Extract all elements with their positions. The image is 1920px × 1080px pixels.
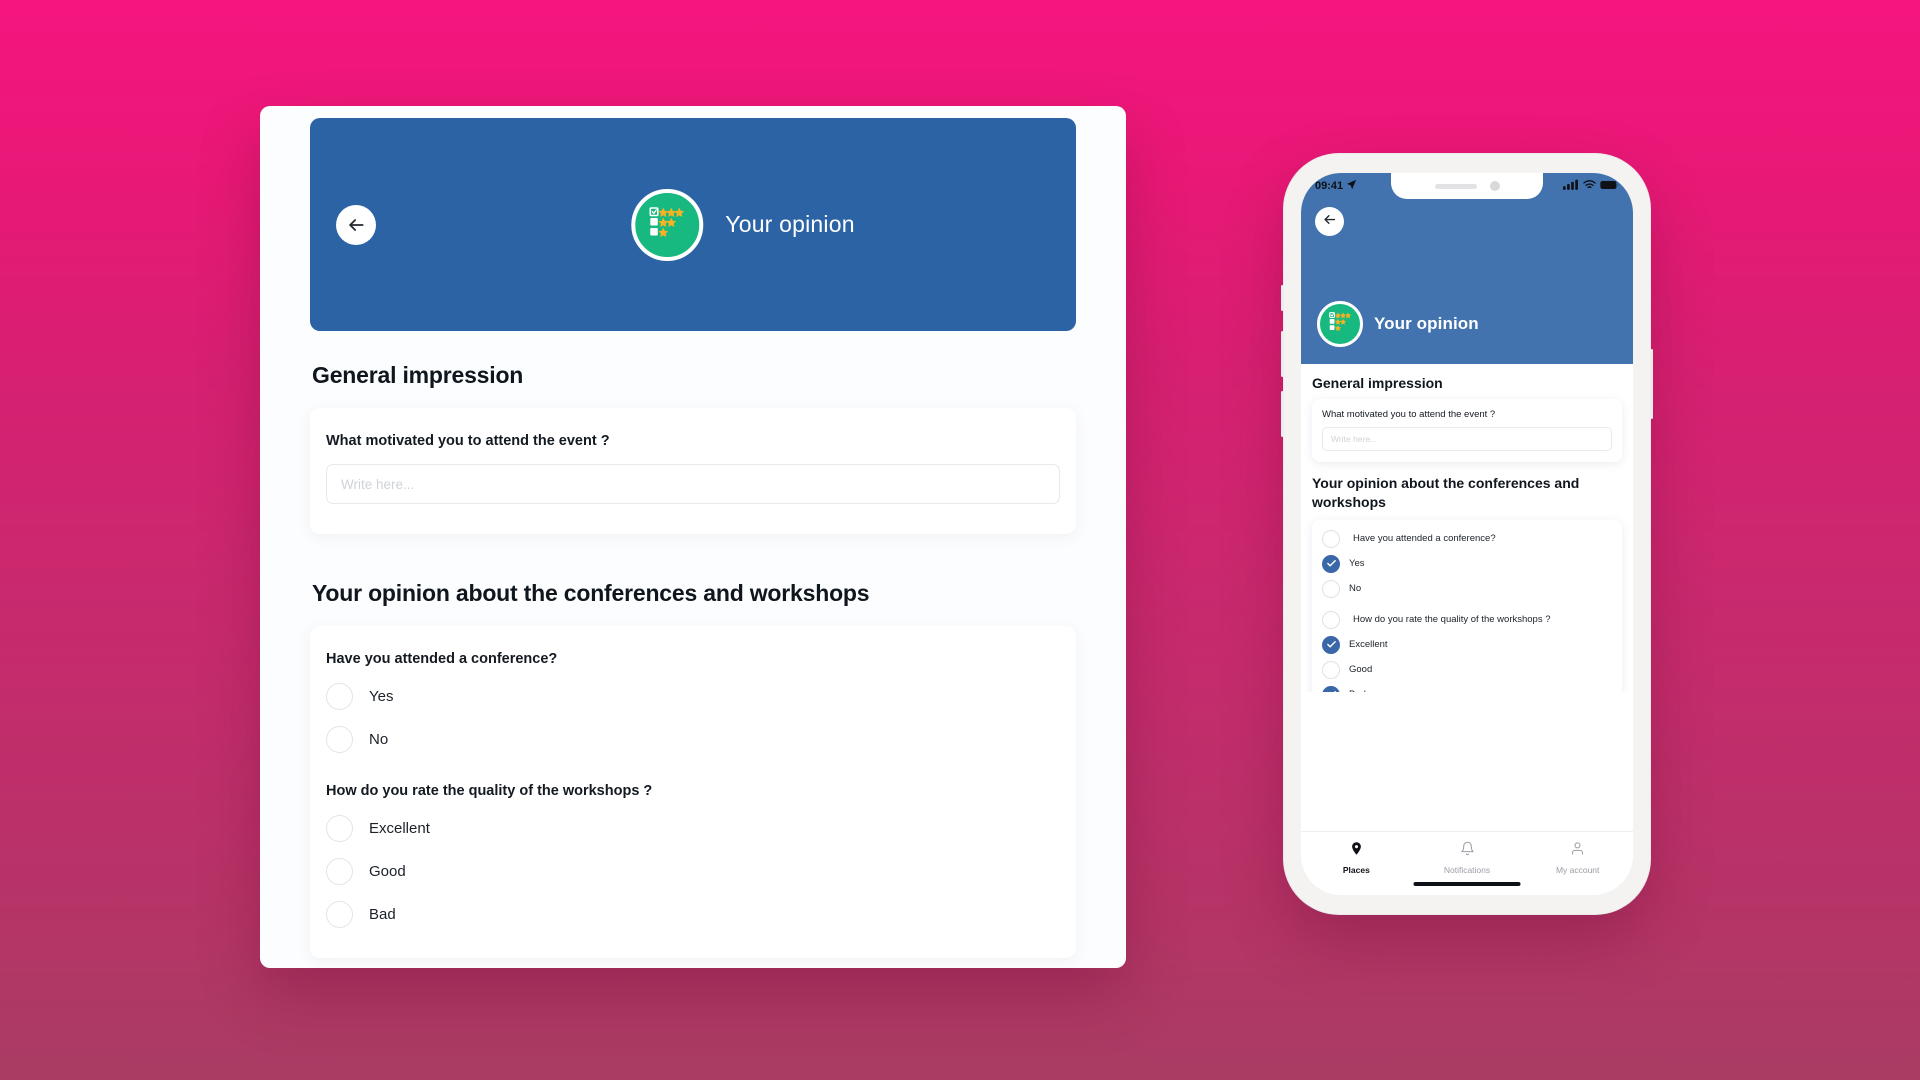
phone-row-excellent[interactable]: Excellent: [1322, 635, 1612, 654]
earpiece-speaker: [1434, 183, 1477, 189]
nav-item-places[interactable]: Places: [1301, 841, 1412, 875]
phone-volume-down-button: [1281, 391, 1284, 437]
radio-excellent[interactable]: [326, 815, 353, 842]
nav-item-notifications[interactable]: Notifications: [1412, 841, 1523, 875]
section-title-general-impression: General impression: [312, 362, 524, 388]
battery-full-icon: [1600, 180, 1619, 193]
arrow-left-icon: [346, 215, 366, 235]
phone-brand-row: Your opinion: [1317, 301, 1479, 347]
location-pin-icon: [1349, 841, 1364, 861]
option-label-bad: Bad: [369, 906, 396, 923]
option-row-no[interactable]: No: [326, 726, 1060, 753]
wifi-icon: [1583, 179, 1596, 193]
phone-section-title-general-impression: General impression: [1312, 375, 1443, 391]
phone-checkbox-workshop-quality[interactable]: [1322, 610, 1340, 629]
option-row-good[interactable]: Good: [326, 858, 1060, 885]
page-title: Your opinion: [725, 211, 855, 237]
phone-label-excellent: Excellent: [1349, 639, 1388, 651]
location-arrow-icon: [1346, 179, 1357, 193]
phone-label-yes: Yes: [1349, 558, 1365, 570]
phone-row-bad[interactable]: Bad: [1322, 685, 1612, 692]
nav-label-my-account: My account: [1555, 865, 1600, 875]
nav-label-places: Places: [1342, 865, 1370, 875]
radio-yes[interactable]: [326, 683, 353, 710]
motivation-text-input[interactable]: [326, 464, 1060, 504]
phone-checkbox-excellent[interactable]: [1322, 635, 1340, 654]
nav-label-notifications: Notifications: [1443, 865, 1491, 875]
desktop-survey-card: Your opinion General impression What mot…: [260, 106, 1126, 968]
phone-checkbox-no[interactable]: [1322, 579, 1340, 598]
option-label-excellent: Excellent: [369, 820, 430, 837]
option-row-excellent[interactable]: Excellent: [326, 815, 1060, 842]
front-camera: [1489, 181, 1500, 191]
arrow-left-icon: [1322, 212, 1337, 232]
panel-conferences: Have you attended a conference? Yes No H…: [310, 626, 1076, 958]
phone-label-bad: Bad: [1349, 689, 1366, 692]
phone-power-button: [1650, 349, 1653, 419]
bell-icon: [1460, 841, 1475, 861]
phone-panel-general-impression: What motivated you to attend the event ?: [1312, 399, 1622, 462]
phone-checkbox-bad[interactable]: [1322, 685, 1340, 692]
phone-label-attended-conference: Have you attended a conference?: [1353, 533, 1496, 545]
cellular-signal-icon: [1563, 179, 1579, 193]
section-title-conferences: Your opinion about the conferences and w…: [312, 580, 870, 606]
option-label-good: Good: [369, 863, 406, 880]
phone-row-attended-conference[interactable]: Have you attended a conference?: [1322, 529, 1612, 548]
phone-label-workshop-quality: How do you rate the quality of the works…: [1353, 614, 1551, 626]
status-bar-left: 09:41: [1315, 179, 1357, 193]
question-label-attended-conference: Have you attended a conference?: [326, 651, 558, 667]
back-button[interactable]: [336, 204, 376, 245]
phone-section-title-conferences: Your opinion about the conferences and w…: [1312, 475, 1580, 510]
phone-bottom-nav: Places Notifications My account: [1301, 831, 1633, 895]
brand-circle: [631, 188, 704, 261]
phone-label-no: No: [1349, 583, 1362, 595]
phone-checkbox-yes[interactable]: [1322, 554, 1340, 573]
status-bar-right: [1563, 179, 1619, 193]
phone-screen: 09:41 Your opinion General impression Wh…: [1301, 173, 1633, 895]
phone-question-label-motivation: What motivated you to attend the event ?: [1322, 409, 1496, 420]
question-label-motivation: What motivated you to attend the event ?: [326, 433, 610, 449]
option-row-bad[interactable]: Bad: [326, 901, 1060, 928]
option-row-yes[interactable]: Yes: [326, 683, 1060, 710]
brand-row: Your opinion: [631, 188, 855, 261]
phone-checkbox-good[interactable]: [1322, 660, 1340, 679]
nav-item-my-account[interactable]: My account: [1522, 841, 1633, 875]
option-label-yes: Yes: [369, 688, 394, 705]
phone-row-workshop-quality[interactable]: How do you rate the quality of the works…: [1322, 610, 1612, 629]
phone-label-good: Good: [1349, 664, 1373, 676]
phone-mockup: 09:41 Your opinion General impression Wh…: [1281, 153, 1653, 915]
phone-panel-conferences: Have you attended a conference? Yes No H…: [1312, 519, 1622, 692]
phone-notch: [1391, 173, 1543, 199]
option-label-no: No: [369, 731, 389, 748]
radio-bad[interactable]: [326, 901, 353, 928]
person-icon: [1570, 841, 1585, 861]
phone-checkbox-attended-conference[interactable]: [1322, 529, 1340, 548]
phone-page-title: Your opinion: [1374, 314, 1479, 333]
phone-motivation-text-input[interactable]: [1322, 427, 1612, 451]
radio-no[interactable]: [326, 726, 353, 753]
panel-general-impression: What motivated you to attend the event ?: [310, 408, 1076, 534]
phone-brand-circle: [1317, 301, 1363, 347]
radio-good[interactable]: [326, 858, 353, 885]
survey-rating-icon: [649, 207, 685, 242]
phone-back-button[interactable]: [1315, 207, 1344, 236]
desktop-header: Your opinion: [310, 118, 1076, 331]
phone-body: General impression What motivated you to…: [1301, 364, 1633, 692]
question-label-workshop-quality: How do you rate the quality of the works…: [326, 783, 653, 799]
phone-row-yes[interactable]: Yes: [1322, 554, 1612, 573]
phone-row-no[interactable]: No: [1322, 579, 1612, 598]
status-bar-time: 09:41: [1315, 180, 1344, 192]
phone-header: Your opinion: [1301, 199, 1633, 364]
survey-rating-icon: [1328, 312, 1352, 336]
phone-volume-up-button: [1281, 331, 1284, 377]
phone-row-good[interactable]: Good: [1322, 660, 1612, 679]
home-indicator: [1413, 882, 1521, 886]
phone-mute-switch: [1281, 285, 1284, 311]
